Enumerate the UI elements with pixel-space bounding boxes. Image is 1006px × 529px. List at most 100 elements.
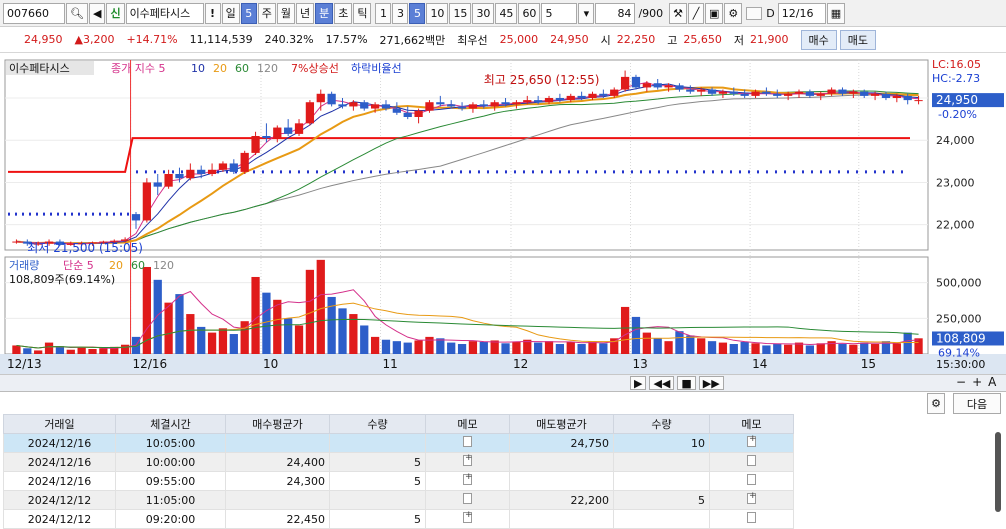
- table-cell: 5: [329, 452, 426, 472]
- zoom-in-icon[interactable]: +: [972, 375, 982, 389]
- memo-icon[interactable]: [463, 472, 473, 485]
- search-icon[interactable]: 🔍︎: [66, 2, 88, 24]
- stock-name-field[interactable]: 이수페타시스: [125, 2, 204, 24]
- table-cell: [613, 509, 710, 529]
- memo-icon[interactable]: [747, 455, 756, 466]
- table-row[interactable]: 2024/12/16 09:55:00 24,300 5: [3, 471, 794, 491]
- candle-body: [468, 104, 478, 109]
- high-annotation: 최고 25,650 (12:55): [484, 73, 600, 87]
- memo-icon[interactable]: [463, 453, 473, 466]
- table-cell: 09:55:00: [115, 471, 226, 491]
- period-tab-0[interactable]: 일: [221, 2, 240, 24]
- price-chart[interactable]: 25,00024,00023,00022,000500,000250,00012…: [0, 54, 1006, 391]
- period-tab-7[interactable]: 틱: [353, 2, 372, 24]
- gear-icon[interactable]: ⚙: [724, 2, 743, 24]
- memo-icon[interactable]: [747, 474, 756, 485]
- column-header[interactable]: 매도평균가: [509, 414, 614, 434]
- volume-bar: [55, 346, 65, 354]
- table-cell: 24,300: [225, 471, 330, 491]
- table-cell: [509, 471, 614, 491]
- range-input[interactable]: 84: [595, 2, 636, 24]
- x-tick-label: 12: [513, 357, 528, 371]
- play-icon[interactable]: ▶: [630, 376, 647, 390]
- memo-cell: [709, 433, 794, 453]
- vol-last-label: 108,809: [936, 331, 986, 345]
- column-header[interactable]: 메모: [425, 414, 510, 434]
- minute-tab-3[interactable]: 10: [426, 2, 449, 24]
- memo-icon[interactable]: [747, 434, 757, 447]
- period-tab-5[interactable]: 분: [315, 2, 334, 24]
- candle-body: [566, 95, 575, 101]
- minute-tab-2[interactable]: 5: [409, 2, 426, 24]
- minute-tab-0[interactable]: 1: [375, 2, 392, 24]
- stock-code-input[interactable]: 007660: [3, 2, 65, 24]
- gear-icon[interactable]: ⚙: [927, 393, 945, 414]
- vol-ma-legend: 단순 5: [63, 259, 94, 272]
- table-scrollbar[interactable]: [995, 432, 1001, 512]
- next-button[interactable]: 다음: [953, 393, 1001, 414]
- minute-tab-6[interactable]: 45: [495, 2, 518, 24]
- zoom-out-icon[interactable]: −: [956, 375, 966, 389]
- tools-icon[interactable]: ⚒: [669, 2, 688, 24]
- count-select[interactable]: 5: [541, 2, 578, 24]
- period-tab-6[interactable]: 초: [334, 2, 353, 24]
- rewind-icon[interactable]: ◀◀: [649, 376, 675, 390]
- column-header[interactable]: 거래일: [3, 414, 116, 434]
- volume-value: 108,809주(69.14%): [9, 273, 115, 286]
- draw-icon[interactable]: ╱: [688, 2, 705, 24]
- column-header[interactable]: 수량: [613, 414, 710, 434]
- memo-icon[interactable]: [463, 510, 473, 523]
- table-row[interactable]: 2024/12/12 09:20:00 22,450 5: [3, 509, 794, 529]
- candle-body: [827, 89, 836, 94]
- font-size-icon[interactable]: A: [988, 375, 996, 389]
- table-row[interactable]: 2024/12/16 10:00:00 24,400 5: [3, 452, 794, 472]
- period-tab-2[interactable]: 주: [257, 2, 276, 24]
- memo-icon[interactable]: [463, 493, 472, 504]
- chart-svg[interactable]: 25,00024,00023,00022,000500,000250,00012…: [0, 54, 1006, 391]
- table-row[interactable]: 2024/12/12 11:05:00 22,200 5: [3, 490, 794, 510]
- chevron-down-icon[interactable]: ▾: [578, 2, 595, 24]
- column-header[interactable]: 체결시간: [115, 414, 226, 434]
- lc-label: LC:16.05: [932, 58, 981, 71]
- warning-button[interactable]: !: [204, 2, 221, 24]
- volume-bar: [120, 344, 130, 354]
- candle-body: [186, 169, 195, 179]
- low-annotation: 최저 21,500 (15:05): [27, 241, 143, 255]
- table-cell: 24,400: [225, 452, 330, 472]
- column-header[interactable]: 메모: [709, 414, 794, 434]
- memo-icon[interactable]: [747, 512, 756, 523]
- column-header[interactable]: 수량: [329, 414, 426, 434]
- volume-bar: [697, 338, 706, 354]
- buy-button[interactable]: 매수: [800, 29, 837, 50]
- table-row[interactable]: 2024/12/16 10:05:00 24,750 10: [3, 433, 794, 453]
- table-cell: 22,200: [509, 490, 614, 510]
- ma20-legend: 20: [213, 62, 227, 75]
- sell-button[interactable]: 매도: [839, 29, 877, 50]
- candle-body: [653, 83, 662, 88]
- minute-tab-4[interactable]: 15: [449, 2, 472, 24]
- calendar-icon[interactable]: ▦: [826, 2, 846, 24]
- down-line-legend: 하락비율선: [351, 61, 402, 75]
- table-cell: [225, 433, 330, 453]
- date-input[interactable]: 12/16: [777, 2, 826, 24]
- memo-icon[interactable]: [747, 491, 757, 504]
- minute-tab-1[interactable]: 3: [392, 2, 409, 24]
- memo-icon[interactable]: [463, 436, 472, 447]
- priority-label: 최우선: [457, 33, 488, 47]
- x-tick-label: 13: [633, 357, 648, 371]
- chart-scroll-bar[interactable]: ▶ ◀◀ ■ ▶▶ − + A: [0, 374, 1006, 391]
- period-tab-3[interactable]: 월: [276, 2, 295, 24]
- minute-tab-5[interactable]: 30: [472, 2, 495, 24]
- period-tab-4[interactable]: 년: [295, 2, 315, 24]
- forward-icon[interactable]: ▶▶: [698, 376, 724, 390]
- date-checkbox[interactable]: [746, 6, 763, 20]
- save-icon[interactable]: ▣: [705, 2, 724, 24]
- volume-bar: [436, 338, 445, 354]
- x-tick-label: 11: [383, 357, 398, 371]
- minute-tab-7[interactable]: 60: [518, 2, 541, 24]
- stop-icon[interactable]: ■: [677, 376, 696, 390]
- volume-bar: [566, 341, 575, 354]
- column-header[interactable]: 매수평균가: [225, 414, 330, 434]
- period-tab-1[interactable]: 5: [240, 2, 257, 24]
- speaker-icon[interactable]: ◀: [88, 2, 106, 24]
